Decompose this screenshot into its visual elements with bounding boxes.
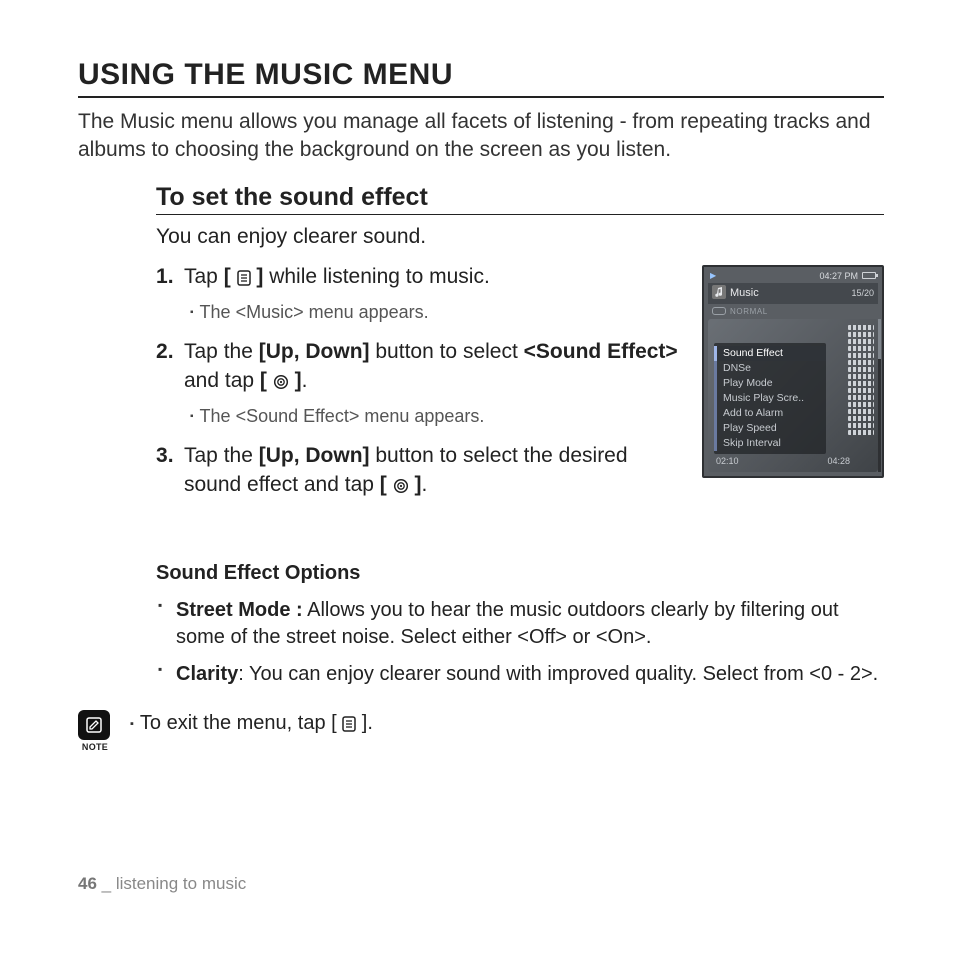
- bracket-close: ]: [251, 265, 264, 288]
- device-menu-item: Sound Effect: [714, 346, 826, 361]
- repeat-icon: [712, 307, 726, 315]
- battery-icon: [862, 272, 876, 279]
- pencil-icon: [84, 715, 104, 735]
- step-2: Tap the [Up, Down] button to select <Sou…: [156, 338, 690, 428]
- device-title: Music: [730, 287, 759, 299]
- menu-icon: [237, 266, 251, 294]
- bracket-open: [: [224, 265, 237, 288]
- page-number: 46: [78, 874, 97, 893]
- play-indicator-icon: ▶: [710, 271, 716, 280]
- device-menu-item: Play Mode: [714, 376, 826, 391]
- device-menu-item: Play Speed: [714, 421, 826, 436]
- music-note-icon: [712, 285, 726, 302]
- select-icon: [393, 474, 409, 502]
- bullet-icon: ▪: [190, 410, 194, 428]
- step-1: Tap [ ] while listening to music. ▪The <…: [156, 263, 690, 325]
- device-play-mode: NORMAL: [730, 307, 768, 316]
- equalizer-icon: [848, 325, 874, 445]
- device-screenshot: ▶ 04:27 PM Music 15/20 NORMAL Sound Effe…: [702, 265, 884, 478]
- menu-icon: [342, 715, 356, 738]
- option-street-mode: Street Mode : Allows you to hear the mus…: [156, 597, 884, 651]
- note-text: ▪To exit the menu, tap [ ].: [130, 710, 373, 738]
- step-1-sub: The <Music> menu appears.: [200, 300, 429, 324]
- step-2-sub: The <Sound Effect> menu appears.: [200, 404, 485, 428]
- device-elapsed-time: 02:10: [716, 456, 739, 466]
- page-footer: 46 _ listening to music: [78, 874, 246, 894]
- device-track-count: 15/20: [851, 288, 874, 298]
- chapter-name: listening to music: [116, 874, 246, 893]
- note-badge: NOTE: [78, 710, 112, 752]
- select-icon: [273, 370, 289, 398]
- section-heading: To set the sound effect: [156, 183, 884, 215]
- device-menu-item: Music Play Scre..: [714, 391, 826, 406]
- section-lead: You can enjoy clearer sound.: [156, 225, 884, 249]
- device-scrollbar: [878, 319, 881, 472]
- device-clock: 04:27 PM: [819, 271, 858, 281]
- device-total-time: 04:28: [827, 456, 850, 466]
- device-menu-item: Skip Interval: [714, 436, 826, 451]
- intro-paragraph: The Music menu allows you manage all fac…: [78, 108, 884, 165]
- bracket-close: ]: [289, 369, 302, 392]
- option-clarity: Clarity: You can enjoy clearer sound wit…: [156, 661, 884, 688]
- bracket-open: [: [380, 473, 393, 496]
- device-menu-item: Add to Alarm: [714, 406, 826, 421]
- device-menu-item: DNSe: [714, 361, 826, 376]
- bullet-icon: ▪: [190, 306, 194, 324]
- options-heading: Sound Effect Options: [156, 562, 884, 585]
- page-heading: USING THE MUSIC MENU: [78, 58, 884, 98]
- note-label: NOTE: [78, 742, 112, 752]
- bracket-close: ]: [409, 473, 422, 496]
- bracket-open: [: [260, 369, 273, 392]
- step-3: Tap the [Up, Down] button to select the …: [156, 442, 690, 502]
- device-menu: Sound Effect DNSe Play Mode Music Play S…: [714, 343, 826, 454]
- bullet-icon: ▪: [130, 718, 134, 730]
